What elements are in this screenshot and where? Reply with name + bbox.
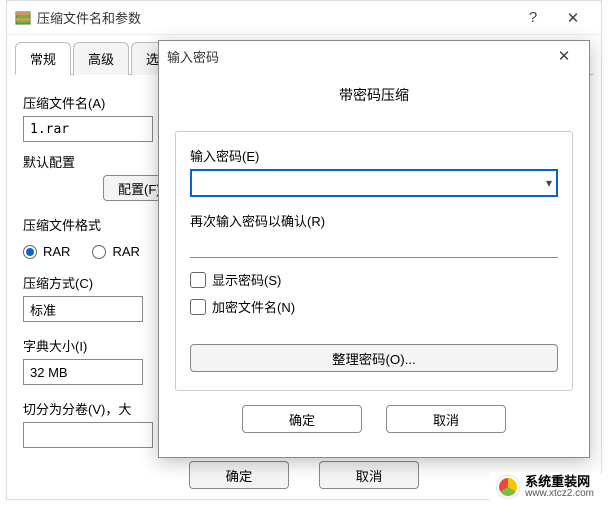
password-group: 输入密码(E) ▾ 再次输入密码以确认(R) 显示密码(S) 加密文件名(N) … [175, 131, 573, 391]
password-confirm-input[interactable] [190, 234, 558, 258]
watermark-url: www.xtcz2.com [525, 489, 594, 500]
password-input[interactable]: ▾ [190, 169, 558, 197]
parent-titlebar: 压缩文件名和参数 ? ✕ [7, 1, 601, 35]
radio-rar2[interactable] [92, 245, 106, 259]
help-button[interactable]: ? [513, 3, 553, 33]
close-button[interactable]: ✕ [553, 3, 593, 33]
radio-rar2-label: RAR [112, 244, 139, 259]
encrypt-names-label: 加密文件名(N) [212, 297, 295, 316]
modal-cancel-button[interactable]: 取消 [386, 405, 506, 433]
show-password-checkbox[interactable] [190, 272, 206, 288]
tab-general[interactable]: 常规 [15, 42, 71, 75]
modal-titlebar: 输入密码 ✕ [159, 41, 589, 71]
modal-heading: 带密码压缩 [175, 85, 573, 105]
app-icon [15, 10, 31, 26]
split-input[interactable] [23, 422, 153, 448]
dict-combo[interactable] [23, 359, 143, 385]
parent-title: 压缩文件名和参数 [37, 8, 513, 27]
radio-rar[interactable] [23, 245, 37, 259]
show-password-label: 显示密码(S) [212, 270, 281, 289]
modal-body: 带密码压缩 输入密码(E) ▾ 再次输入密码以确认(R) 显示密码(S) 加密文… [159, 71, 589, 391]
modal-close-button[interactable]: ✕ [547, 43, 581, 69]
watermark: 系统重装网 www.xtcz2.com [489, 472, 602, 502]
modal-title: 输入密码 [167, 47, 547, 66]
parent-ok-button[interactable]: 确定 [189, 461, 289, 489]
password-dialog: 输入密码 ✕ 带密码压缩 输入密码(E) ▾ 再次输入密码以确认(R) 显示密码… [158, 40, 590, 458]
watermark-text: 系统重装网 [525, 475, 594, 489]
chevron-down-icon: ▾ [546, 176, 552, 190]
password-label: 输入密码(E) [190, 146, 558, 165]
parent-cancel-button[interactable]: 取消 [319, 461, 419, 489]
modal-button-row: 确定 取消 [159, 391, 589, 433]
radio-rar-label: RAR [43, 244, 70, 259]
modal-ok-button[interactable]: 确定 [242, 405, 362, 433]
method-combo[interactable] [23, 296, 143, 322]
watermark-icon [497, 476, 519, 498]
organize-passwords-button[interactable]: 整理密码(O)... [190, 344, 558, 372]
tab-advanced[interactable]: 高级 [73, 42, 129, 75]
encrypt-names-checkbox[interactable] [190, 299, 206, 315]
password-confirm-label: 再次输入密码以确认(R) [190, 211, 558, 230]
filename-input[interactable] [23, 116, 153, 142]
